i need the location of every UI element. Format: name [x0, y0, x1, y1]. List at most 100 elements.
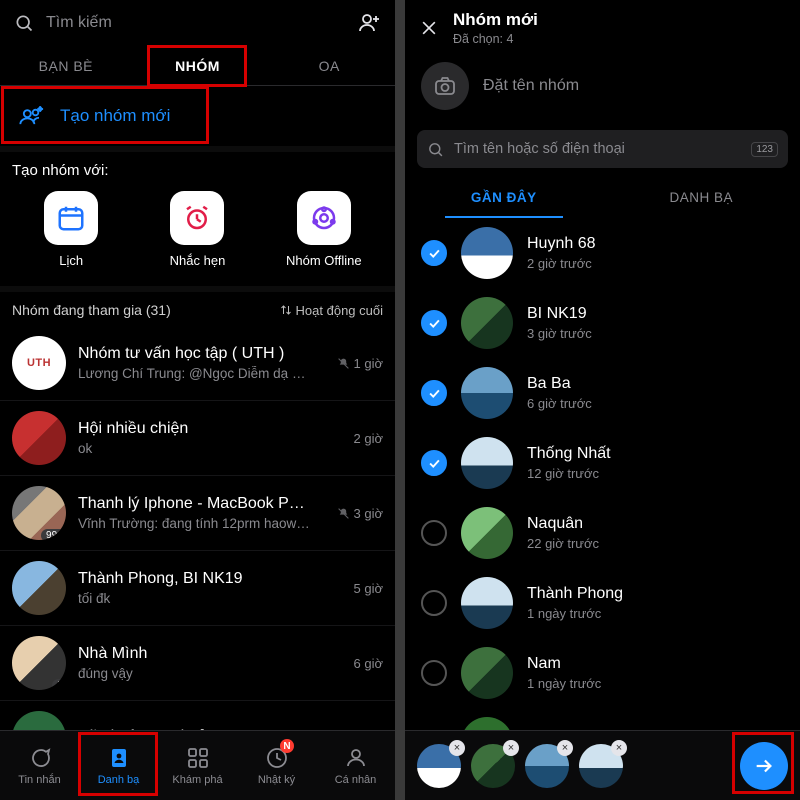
- contact-item[interactable]: Thành Phong1 ngày trước: [405, 568, 800, 638]
- group-time: 5 giờ: [323, 581, 383, 596]
- group-item[interactable]: 5Nhà Mìnhđúng vậy 6 giờ: [0, 626, 395, 701]
- remove-icon[interactable]: ×: [611, 740, 627, 756]
- phone-right: Nhóm mới Đã chọn: 4 Đặt tên nhóm Tìm tên…: [405, 0, 800, 800]
- contact-item[interactable]: Ba Ba6 giờ trước: [405, 358, 800, 428]
- continue-button[interactable]: [740, 742, 788, 790]
- group-item[interactable]: UTHNhóm tư vấn học tập ( UTH )Lương Chí …: [0, 326, 395, 401]
- create-group-label: Tạo nhóm mới: [60, 106, 170, 126]
- tab-friends[interactable]: BẠN BÈ: [0, 46, 132, 85]
- group-title: Hội nhiều chiện: [78, 420, 311, 438]
- contact-search[interactable]: Tìm tên hoặc số điện thoại 123: [417, 130, 788, 168]
- group-avatar: [12, 411, 66, 465]
- group-item[interactable]: Thành Phong, BI NK19 tối đk 5 giờ: [0, 551, 395, 626]
- group-subtitle: ok: [78, 441, 311, 456]
- group-subtitle: tối đk: [78, 591, 311, 606]
- contact-list: Huynh 68 2 giờ trước BI NK193 giờ trướcBa …: [405, 218, 800, 730]
- group-item[interactable]: 99+Thanh lý Iphone - MacBook P…Vĩnh Trườ…: [0, 476, 395, 551]
- bottom-nav: Tin nhắn Danh bạ Khám phá N Nhật ký Cá n…: [0, 730, 395, 800]
- quick-offline[interactable]: Nhóm Offline: [269, 191, 379, 268]
- remove-icon[interactable]: ×: [557, 740, 573, 756]
- mute-icon: [337, 507, 350, 520]
- contact-time: 12 giờ trước: [527, 466, 784, 481]
- selected-avatar[interactable]: ×: [471, 744, 515, 788]
- selected-count: Đã chọn: 4: [453, 32, 538, 46]
- group-item[interactable]: Kỹ Thuật Ha Thuỷ CTNK 11 giờ: [0, 701, 395, 730]
- contact-item[interactable]: Nam1 ngày trước: [405, 638, 800, 708]
- quick-label: Nhắc hẹn: [170, 253, 226, 268]
- add-friend-icon[interactable]: [357, 11, 381, 35]
- group-name-row[interactable]: Đặt tên nhóm: [405, 52, 800, 124]
- selected-avatar[interactable]: ×: [417, 744, 461, 788]
- nav-messages[interactable]: Tin nhắn: [0, 731, 79, 800]
- group-title: Nhóm tư vấn học tập ( UTH ): [78, 345, 311, 363]
- group-list: UTHNhóm tư vấn học tập ( UTH )Lương Chí …: [0, 326, 395, 730]
- group-avatar: [12, 561, 66, 615]
- remove-icon[interactable]: ×: [503, 740, 519, 756]
- group-subtitle: đúng vậy: [78, 666, 311, 681]
- message-icon: [28, 746, 52, 770]
- contact-name: Huynh 68: [527, 235, 784, 253]
- contact-item[interactable]: Huynh 68 2 giờ trước: [405, 218, 800, 288]
- search-icon: [14, 13, 34, 33]
- tab-recent[interactable]: GẦN ĐÂY: [405, 176, 603, 218]
- nav-discover[interactable]: Khám phá: [158, 731, 237, 800]
- close-icon[interactable]: [419, 18, 439, 38]
- contact-item[interactable]: Naquân22 giờ trước: [405, 498, 800, 568]
- group-name-input[interactable]: Đặt tên nhóm: [483, 77, 579, 95]
- nav-label: Nhật ký: [258, 774, 295, 786]
- joined-count: Nhóm đang tham gia (31): [12, 302, 171, 318]
- checkbox-on[interactable]: [421, 240, 447, 266]
- contact-name: BI NK19: [527, 305, 784, 323]
- alarm-icon: [170, 191, 224, 245]
- avatar-badge: 99+: [41, 529, 66, 540]
- keyboard-toggle[interactable]: 123: [751, 142, 778, 157]
- quick-calendar[interactable]: Lịch: [16, 191, 126, 268]
- group-title: Thành Phong, BI NK19: [78, 570, 311, 588]
- contact-item[interactable]: BI NK193 giờ trước: [405, 288, 800, 358]
- contact-avatar: [461, 717, 513, 730]
- tab-contacts[interactable]: DANH BẠ: [603, 176, 800, 218]
- contacts-icon: [107, 746, 131, 770]
- offline-group-icon: [297, 191, 351, 245]
- contact-avatar: [461, 507, 513, 559]
- avatar-badge: 5: [52, 679, 66, 690]
- selected-avatar[interactable]: ×: [579, 744, 623, 788]
- phone-left: Tìm kiếm BẠN BÈ NHÓM OA Tạo nhóm mới Tạo…: [0, 0, 395, 800]
- nav-contacts[interactable]: Danh bạ: [79, 731, 158, 800]
- checkbox-on[interactable]: [421, 310, 447, 336]
- contact-item[interactable]: Trần Ngọc Hà: [405, 708, 800, 730]
- group-title: Thanh lý Iphone - MacBook P…: [78, 495, 311, 513]
- group-time: 2 giờ: [323, 431, 383, 446]
- nav-label: Cá nhân: [335, 774, 377, 786]
- nav-journal[interactable]: N Nhật ký: [237, 731, 316, 800]
- tab-groups[interactable]: NHÓM: [132, 46, 264, 85]
- checkbox-on[interactable]: [421, 450, 447, 476]
- remove-icon[interactable]: ×: [449, 740, 465, 756]
- sort-label: Hoạt động cuối: [296, 303, 383, 318]
- checkbox-off[interactable]: [421, 590, 447, 616]
- checkbox-off[interactable]: [421, 520, 447, 546]
- nav-label: Tin nhắn: [18, 774, 60, 786]
- checkbox-off[interactable]: [421, 660, 447, 686]
- quick-label: Nhóm Offline: [286, 253, 362, 268]
- group-title: Nhà Mình: [78, 645, 311, 663]
- create-group-button[interactable]: Tạo nhóm mới: [0, 86, 395, 152]
- search-icon: [427, 141, 444, 158]
- tab-oa[interactable]: OA: [263, 46, 395, 85]
- selected-avatar[interactable]: ×: [525, 744, 569, 788]
- contact-search-placeholder: Tìm tên hoặc số điện thoại: [454, 141, 741, 157]
- nav-label: Khám phá: [172, 774, 222, 786]
- sort-button[interactable]: Hoạt động cuối: [280, 303, 383, 318]
- group-item[interactable]: Hội nhiều chiện ok 2 giờ: [0, 401, 395, 476]
- search-input[interactable]: Tìm kiếm: [46, 14, 345, 32]
- create-with-label: Tạo nhóm với:: [0, 152, 395, 191]
- nav-profile[interactable]: Cá nhân: [316, 731, 395, 800]
- contact-time: 22 giờ trước: [527, 536, 784, 551]
- contact-item[interactable]: Thống Nhất12 giờ trước: [405, 428, 800, 498]
- quick-reminder[interactable]: Nhắc hẹn: [142, 191, 252, 268]
- contact-name: Thành Phong: [527, 585, 784, 603]
- search-bar: Tìm kiếm: [0, 0, 395, 46]
- camera-icon[interactable]: [421, 62, 469, 110]
- contact-time: 2 giờ trước: [527, 256, 784, 271]
- checkbox-on[interactable]: [421, 380, 447, 406]
